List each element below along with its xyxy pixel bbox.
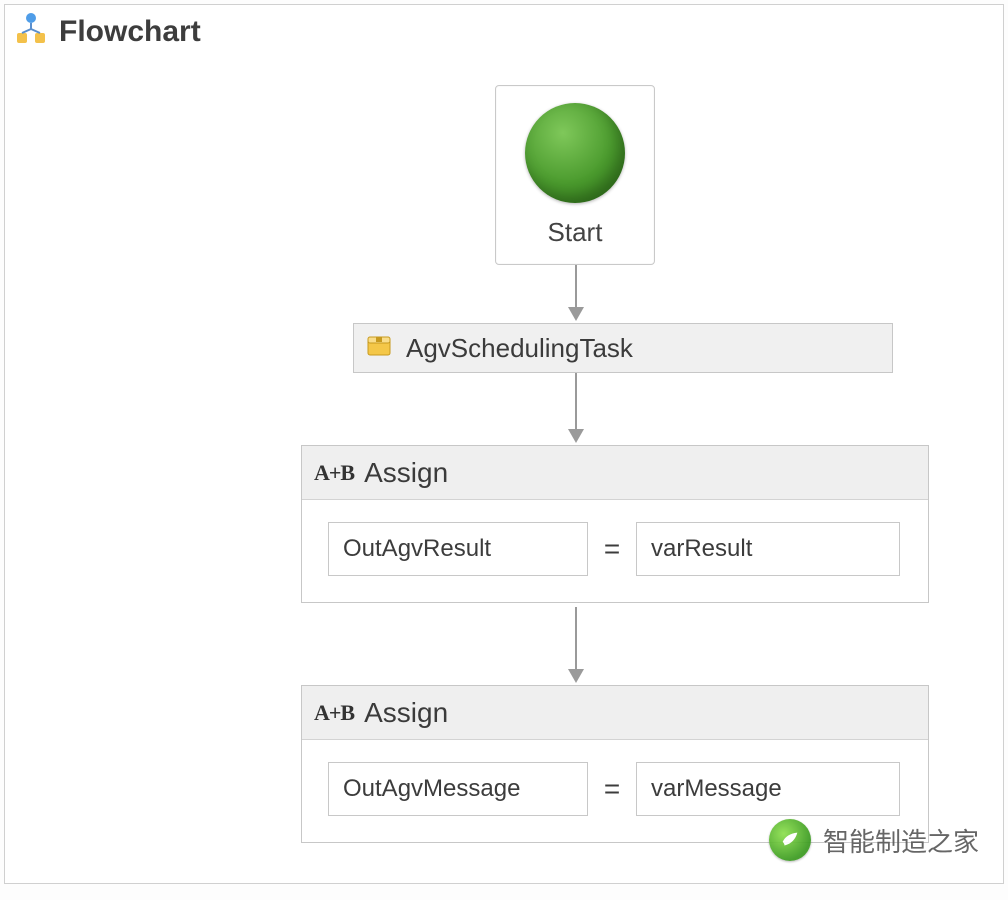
start-node[interactable]: Start <box>495 85 655 265</box>
assign-activity-1[interactable]: A+B Assign OutAgvResult = varResult <box>301 445 929 603</box>
equals-label: = <box>602 773 622 805</box>
activity-label: AgvSchedulingTask <box>406 333 633 364</box>
assign-header-label: Assign <box>364 697 448 729</box>
assign-value-field[interactable]: varMessage <box>636 762 900 816</box>
watermark-text: 智能制造之家 <box>823 822 979 859</box>
flowchart-title-row: Flowchart <box>13 11 201 52</box>
activity-agv-scheduling-task[interactable]: AgvSchedulingTask <box>353 323 893 373</box>
assign-header: A+B Assign <box>302 686 928 740</box>
flowchart-canvas[interactable]: Flowchart Start AgvSchedulingTask A+B As… <box>4 4 1004 884</box>
assign-header-label: Assign <box>364 457 448 489</box>
assign-value-field[interactable]: varResult <box>636 522 900 576</box>
assign-header: A+B Assign <box>302 446 928 500</box>
package-icon <box>364 331 394 366</box>
assign-icon: A+B <box>314 460 354 486</box>
start-label: Start <box>548 217 603 248</box>
assign-body: OutAgvResult = varResult <box>302 500 928 602</box>
assign-to-field[interactable]: OutAgvResult <box>328 522 588 576</box>
flowchart-icon <box>13 11 49 52</box>
flowchart-title: Flowchart <box>59 15 201 49</box>
connector-arrow <box>575 265 577 309</box>
start-circle-icon <box>525 103 625 203</box>
watermark: 智能制造之家 <box>769 819 979 861</box>
connector-arrow <box>575 607 577 671</box>
watermark-logo-icon <box>769 819 811 861</box>
equals-label: = <box>602 533 622 565</box>
assign-to-field[interactable]: OutAgvMessage <box>328 762 588 816</box>
assign-icon: A+B <box>314 700 354 726</box>
connector-arrow <box>575 373 577 431</box>
